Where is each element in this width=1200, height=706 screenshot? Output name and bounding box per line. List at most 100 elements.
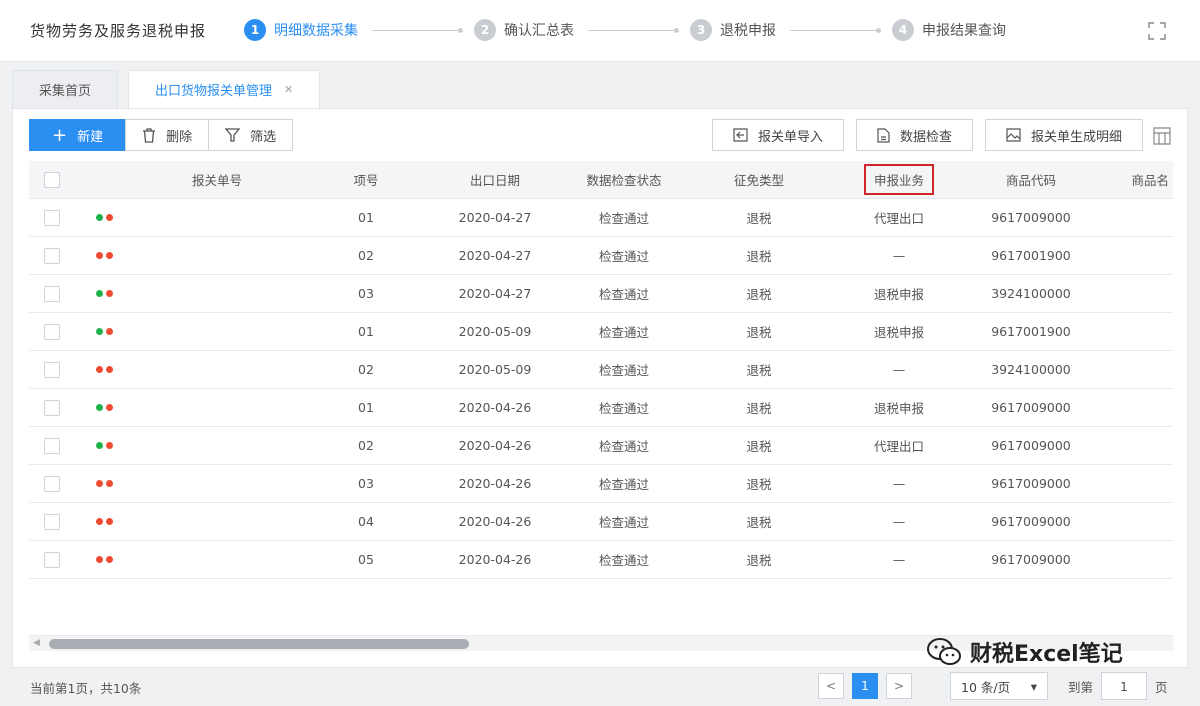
check-status-cell: 检查通过 <box>598 211 649 226</box>
product-code-cell: 9617009000 <box>991 400 1071 415</box>
row-checkbox[interactable] <box>44 361 60 378</box>
jump-label: 到第 <box>1068 679 1094 695</box>
row-select-cell <box>29 437 75 454</box>
export-date-cell: 2020-05-09 <box>458 324 532 339</box>
page-number-button[interactable]: 1 <box>852 673 878 699</box>
scroll-left-icon[interactable]: ◀ <box>33 638 40 648</box>
image-icon <box>1006 128 1021 142</box>
step-collect[interactable]: 1 明细数据采集 <box>244 19 358 41</box>
table-row[interactable]: 9 04 2020-04-26 检查通过 退税 — 9617009000 <box>29 503 1173 541</box>
item-no-cell: 05 <box>358 552 374 567</box>
step-connector <box>588 27 679 33</box>
row-checkbox[interactable] <box>44 247 60 264</box>
table-row[interactable]: 9 01 2020-04-26 检查通过 退税 退税申报 9617009000 <box>29 389 1173 427</box>
close-icon[interactable]: ✕ <box>284 83 293 96</box>
scrollbar-thumb[interactable] <box>49 639 469 649</box>
step-label: 确认汇总表 <box>504 23 574 39</box>
status-dots <box>75 214 133 221</box>
table-row[interactable]: 9 02 2020-05-09 检查通过 退税 — 3924100000 <box>29 351 1173 389</box>
check-status-cell: 检查通过 <box>598 401 649 416</box>
column-header[interactable]: 商品名 <box>1093 170 1173 189</box>
step-number: 3 <box>690 19 712 41</box>
column-header[interactable]: 商品代码 <box>969 170 1093 189</box>
status-dot <box>105 404 113 411</box>
tab-declaration-management[interactable]: 出口货物报关单管理 ✕ <box>128 70 321 108</box>
export-date-cell: 2020-04-26 <box>458 552 532 567</box>
table-row[interactable]: 8 01 2020-04-27 检查通过 退税 代理出口 9617009000 <box>29 199 1173 237</box>
generate-detail-button[interactable]: 报关单生成明细 <box>984 119 1143 151</box>
new-button[interactable]: + 新建 <box>29 119 127 151</box>
exemption-type-cell: 退税 <box>746 287 772 302</box>
product-code-cell: 9617009000 <box>991 210 1071 225</box>
table-row[interactable]: 9 02 2020-04-27 检查通过 退税 — 9617001900 <box>29 237 1173 275</box>
next-page-button[interactable]: > <box>886 673 912 699</box>
tab-label: 出口货物报关单管理 <box>155 84 273 99</box>
delete-button[interactable]: 删除 <box>125 119 210 151</box>
product-code-cell: 3924100000 <box>991 362 1071 377</box>
select-all-cell <box>29 171 75 188</box>
row-select-cell <box>29 361 75 378</box>
column-header[interactable]: 征免类型 <box>689 170 829 189</box>
column-header[interactable]: 项号 <box>301 170 431 189</box>
select-all-checkbox[interactable] <box>44 171 60 188</box>
declaration-business-cell: 代理出口 <box>873 211 924 226</box>
column-header[interactable]: 数据检查状态 <box>559 170 689 189</box>
declaration-business-cell: — <box>892 552 906 567</box>
item-no-cell: 01 <box>358 324 374 339</box>
wizard-header: 货物劳务及服务退税申报 1 明细数据采集 2 确认汇总表 3 退税申报 4 申报… <box>0 0 1200 62</box>
step-number: 2 <box>474 19 496 41</box>
highlighted-column-header[interactable]: 申报业务 <box>863 164 934 195</box>
status-dots <box>75 328 133 335</box>
filter-button[interactable]: 筛选 <box>208 119 294 151</box>
step-refund-declare[interactable]: 3 退税申报 <box>690 19 776 41</box>
table-row[interactable]: 9 03 2020-04-26 检查通过 退税 — 9617009000 <box>29 465 1173 503</box>
row-checkbox[interactable] <box>44 475 60 492</box>
tab-bar: 采集首页 出口货物报关单管理 ✕ <box>12 70 330 108</box>
prev-page-button[interactable]: < <box>818 673 844 699</box>
status-dot <box>105 366 113 373</box>
declaration-business-cell: 退税申报 <box>873 325 924 340</box>
row-checkbox[interactable] <box>44 285 60 302</box>
row-checkbox[interactable] <box>44 209 60 226</box>
import-declaration-button[interactable]: 报关单导入 <box>711 119 844 151</box>
table-row[interactable]: 8 03 2020-04-27 检查通过 退税 退税申报 3924100000 <box>29 275 1173 313</box>
button-label: 数据检查 <box>899 129 952 145</box>
declaration-business-cell: — <box>892 514 906 529</box>
row-checkbox[interactable] <box>44 399 60 416</box>
status-dot <box>95 404 103 411</box>
status-dot <box>95 442 103 449</box>
status-dot <box>105 556 113 563</box>
row-checkbox[interactable] <box>44 323 60 340</box>
table-row[interactable]: 9 01 2020-05-09 检查通过 退税 退税申报 9617001900 <box>29 313 1173 351</box>
button-label: 报关单导入 <box>757 129 823 145</box>
step-result-query[interactable]: 4 申报结果查询 <box>892 19 1006 41</box>
fullscreen-icon[interactable] <box>1148 22 1166 40</box>
row-checkbox[interactable] <box>44 513 60 530</box>
data-check-button[interactable]: 数据检查 <box>855 119 973 151</box>
row-checkbox[interactable] <box>44 437 60 454</box>
status-dots <box>75 556 133 563</box>
page-size-select[interactable]: 10 条/页 ▾ <box>950 672 1048 700</box>
column-header[interactable]: 报关单号 <box>133 170 301 189</box>
step-label: 申报结果查询 <box>922 23 1006 39</box>
check-status-cell: 检查通过 <box>598 439 649 454</box>
tab-collect-home[interactable]: 采集首页 <box>12 70 119 108</box>
row-checkbox[interactable] <box>44 551 60 568</box>
page-jump-input[interactable] <box>1101 672 1148 700</box>
main-panel: + 新建 删除 筛选 报关单导入 数据检查 报关单生成明细 报关单号 项号 出口… <box>12 108 1188 668</box>
table-row[interactable]: 9 02 2020-04-26 检查通过 退税 代理出口 9617009000 <box>29 427 1173 465</box>
column-header[interactable]: 出口日期 <box>431 170 559 189</box>
trash-icon <box>143 127 156 143</box>
status-dots <box>75 404 133 411</box>
step-confirm-summary[interactable]: 2 确认汇总表 <box>474 19 574 41</box>
status-dots <box>75 442 133 449</box>
button-label: 删除 <box>166 129 193 145</box>
declaration-table: 报关单号 项号 出口日期 数据检查状态 征免类型 申报业务 商品代码 商品名 8… <box>29 161 1173 579</box>
declaration-business-cell: — <box>892 362 906 377</box>
export-date-cell: 2020-05-09 <box>458 362 532 377</box>
step-connector <box>372 27 463 33</box>
column-settings-icon[interactable] <box>1153 127 1171 145</box>
check-status-cell: 检查通过 <box>598 325 649 340</box>
exemption-type-cell: 退税 <box>746 439 772 454</box>
table-row[interactable]: 9 05 2020-04-26 检查通过 退税 — 9617009000 <box>29 541 1173 579</box>
